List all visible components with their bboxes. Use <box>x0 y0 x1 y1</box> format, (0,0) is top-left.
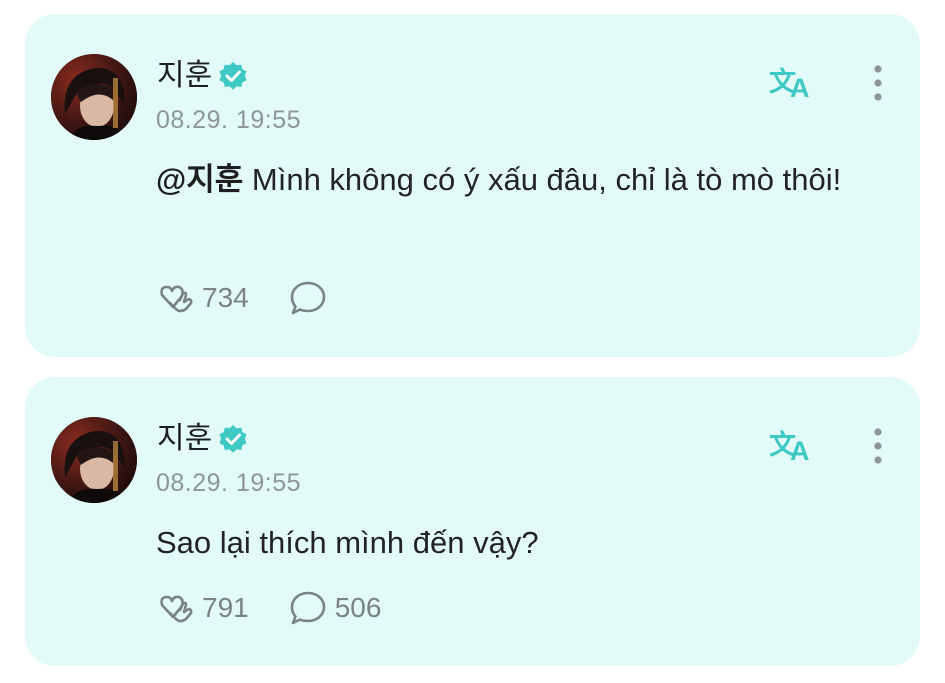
translate-icon[interactable]: 文 A <box>768 425 818 465</box>
avatar[interactable] <box>51 417 137 503</box>
author-name[interactable]: 지훈 <box>157 419 212 459</box>
verified-badge-icon <box>219 425 247 453</box>
comment-button[interactable] <box>289 280 335 316</box>
mention-link[interactable]: @지훈 <box>156 162 243 197</box>
post-card[interactable]: 지훈 08.29. 19:55 @지훈 Mình không có ý xấu … <box>25 14 920 357</box>
comment-button[interactable]: 506 <box>289 588 382 628</box>
like-heart-hands-icon <box>160 285 193 313</box>
post-body: Sao lại thích mình đến vậy? <box>156 525 539 560</box>
like-count: 791 <box>202 592 249 623</box>
post-timestamp: 08.29. 19:55 <box>156 106 302 134</box>
more-vertical-icon[interactable] <box>863 62 893 106</box>
avatar[interactable] <box>51 54 137 140</box>
like-button[interactable]: 734 <box>156 278 249 318</box>
comment-count: 506 <box>334 592 382 623</box>
post-text: @지훈 Mình không có ý xấu đâu, chỉ là tò m… <box>156 154 886 206</box>
svg-text:A: A <box>790 73 810 102</box>
author-name[interactable]: 지훈 <box>157 56 212 96</box>
svg-text:A: A <box>790 436 810 465</box>
comment-bubble-icon <box>290 591 326 625</box>
author-row: 지훈 <box>157 419 248 459</box>
more-vertical-icon[interactable] <box>863 425 893 469</box>
like-heart-hands-icon <box>160 595 193 623</box>
verified-badge-icon <box>219 62 247 90</box>
author-row: 지훈 <box>157 56 248 96</box>
post-timestamp: 08.29. 19:55 <box>156 469 302 497</box>
post-actions: 791 506 <box>156 588 421 628</box>
post-card[interactable]: 지훈 08.29. 19:55 Sao lại thích mình đến v… <box>25 377 920 666</box>
post-actions: 734 <box>156 278 375 318</box>
translate-icon[interactable]: 文 A <box>768 62 818 102</box>
post-body: Mình không có ý xấu đâu, chỉ là tò mò th… <box>243 162 842 197</box>
post-text: Sao lại thích mình đến vậy? <box>156 517 886 569</box>
like-button[interactable]: 791 <box>156 588 249 628</box>
like-count: 734 <box>202 282 249 313</box>
comment-bubble-icon <box>290 281 326 315</box>
